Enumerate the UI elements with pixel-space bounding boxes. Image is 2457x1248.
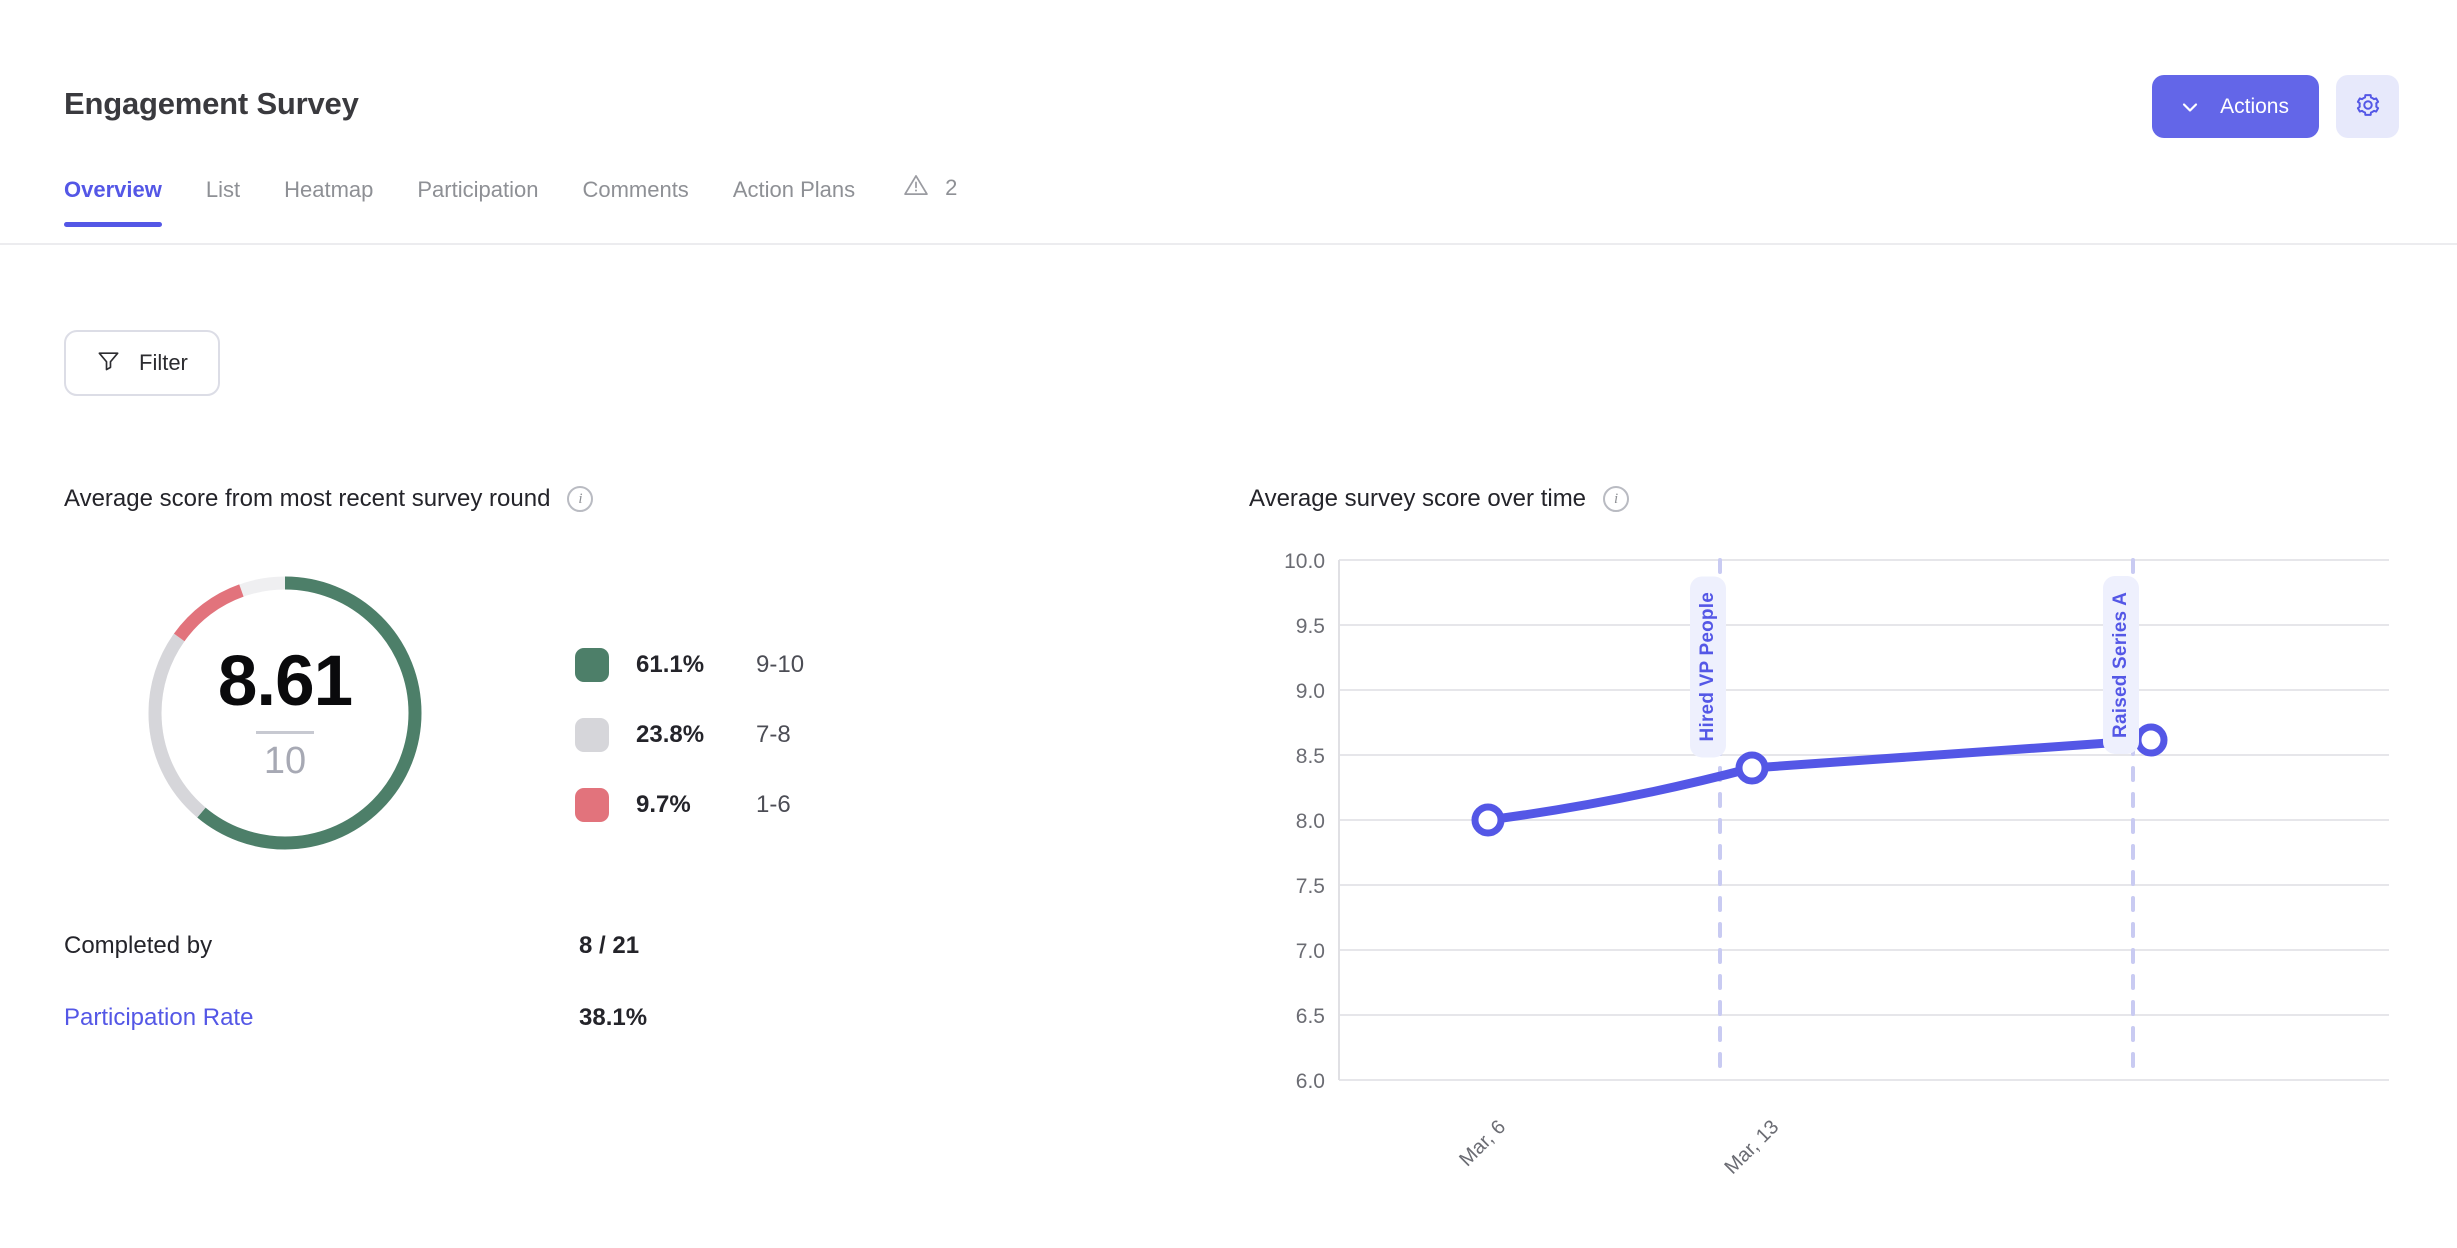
stat-value-completed-by: 8 / 21 [579, 932, 640, 959]
stat-value-participation-rate: 38.1% [579, 1004, 648, 1031]
tab-participation-label: Participation [417, 177, 539, 202]
y-tick-label: 8.0 [1296, 810, 1325, 833]
main-tabs: Overview List Heatmap Participation Comm… [64, 172, 979, 227]
y-tick-label: 10.0 [1284, 550, 1325, 573]
score-stats: Completed by 8 / 21 Participation Rate 3… [64, 910, 704, 1054]
filter-button-label: Filter [139, 350, 188, 375]
legend-item: 9.7% 1-6 [575, 770, 804, 840]
annotation-label-raised-series-a[interactable]: Raised Series A [2103, 576, 2139, 754]
actions-button[interactable]: Actions [2152, 75, 2319, 138]
y-tick-label: 7.0 [1296, 940, 1325, 963]
chart-y-tick-labels: 10.0 9.5 9.0 8.5 8.0 7.5 7.0 6.5 6.0 [1284, 550, 1325, 1093]
score-panel-heading-text: Average score from most recent survey ro… [64, 485, 551, 512]
stat-label-completed-by: Completed by [64, 932, 213, 959]
donut-score: 8.61 [217, 642, 353, 721]
legend-percent: 9.7% [636, 791, 691, 818]
info-icon[interactable]: i [567, 486, 594, 512]
chevron-down-icon [2178, 95, 2202, 119]
tabs-divider [0, 243, 2457, 245]
score-legend: 61.1% 9-10 23.8% 7-8 9.7% 1-6 [575, 630, 804, 840]
donut-divider [256, 731, 314, 734]
data-point [1735, 751, 1769, 785]
legend-percent: 61.1% [636, 651, 705, 678]
annotation-label-hired-vp-people[interactable]: Hired VP People [1690, 576, 1726, 758]
legend-item: 61.1% 9-10 [575, 630, 804, 700]
score-over-time-chart: 10.0 9.5 9.0 8.5 8.0 7.5 7.0 6.5 6.0 Hir… [1249, 540, 2389, 1200]
legend-range: 9-10 [756, 651, 805, 678]
chart-data-line [1483, 735, 2156, 825]
tab-action-plans-label: Action Plans [732, 177, 856, 202]
tab-action-plans[interactable]: Action Plans [711, 177, 877, 227]
gear-icon [2354, 91, 2382, 122]
tab-participation[interactable]: Participation [395, 177, 560, 227]
y-tick-label: 6.5 [1296, 1005, 1325, 1028]
score-donut-chart: 8.61 10 [140, 568, 430, 858]
warning-triangle-icon [903, 172, 929, 203]
y-tick-label: 9.5 [1296, 615, 1325, 638]
header-action-group: Actions [2152, 75, 2399, 138]
tab-overview-label: Overview [64, 177, 162, 202]
data-point [1471, 803, 1505, 837]
y-tick-label: 7.5 [1296, 875, 1325, 898]
data-point [2134, 723, 2168, 757]
donut-max: 10 [263, 740, 307, 782]
score-panel-heading: Average score from most recent survey ro… [64, 485, 594, 513]
filter-button[interactable]: Filter [64, 330, 220, 396]
tab-list-label: List [205, 177, 241, 202]
legend-swatch-red [575, 788, 609, 822]
legend-range: 7-8 [756, 721, 791, 748]
donut-center-value: 8.61 10 [140, 568, 430, 858]
legend-range: 1-6 [756, 791, 791, 818]
funnel-icon [96, 348, 121, 379]
time-panel-heading-text: Average survey score over time [1249, 485, 1587, 512]
y-tick-label: 8.5 [1296, 745, 1325, 768]
tab-overview[interactable]: Overview [64, 177, 184, 227]
settings-button[interactable] [2336, 75, 2399, 138]
tab-warnings[interactable]: 2 [877, 172, 979, 227]
stat-row-completed-by: Completed by 8 / 21 [64, 910, 704, 982]
info-icon[interactable]: i [1603, 486, 1630, 512]
y-tick-label: 9.0 [1296, 680, 1325, 703]
tab-heatmap-label: Heatmap [284, 177, 374, 202]
tab-heatmap[interactable]: Heatmap [262, 177, 395, 227]
participation-rate-link[interactable]: Participation Rate [64, 1004, 579, 1032]
page-title: Engagement Survey [64, 86, 359, 121]
legend-percent: 23.8% [636, 721, 705, 748]
legend-item: 23.8% 7-8 [575, 700, 804, 770]
time-panel-heading: Average survey score over time i [1249, 485, 1630, 513]
line-chart-svg: 10.0 9.5 9.0 8.5 8.0 7.5 7.0 6.5 6.0 [1284, 550, 2389, 1093]
page-header: Engagement Survey Actions [0, 0, 2457, 175]
legend-swatch-green [575, 648, 609, 682]
y-tick-label: 6.0 [1296, 1070, 1325, 1093]
tab-list[interactable]: List [184, 177, 262, 227]
stat-row-participation-rate: Participation Rate 38.1% [64, 982, 704, 1054]
warning-count: 2 [945, 174, 958, 200]
tab-comments[interactable]: Comments [560, 177, 710, 227]
engagement-survey-page: Engagement Survey Actions Overview List … [0, 0, 2457, 1248]
tab-comments-label: Comments [582, 177, 689, 202]
legend-swatch-gray [575, 718, 609, 752]
actions-button-label: Actions [2220, 94, 2289, 118]
